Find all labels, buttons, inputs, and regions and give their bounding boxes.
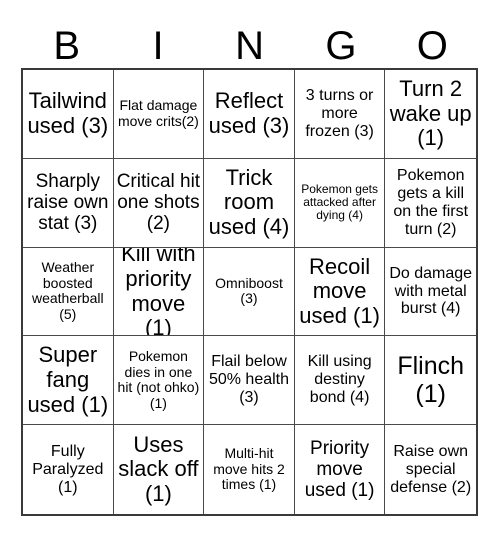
bingo-header-letter-i: I [152,24,164,68]
bingo-cell-r2c1[interactable]: Sharply raise own stat (3) [23,158,114,248]
bingo-cell-r2c4[interactable]: Pokemon gets attacked after dying (4) [294,158,386,248]
bingo-cell-label: Kill using destiny bond (4) [307,353,372,407]
bingo-cell-label: Raise own special defense (2) [390,442,472,496]
bingo-cell-label: Priority move used (1) [304,437,375,502]
bingo-cell-r1c3[interactable]: Reflect used (3) [204,70,295,159]
bingo-cell-label: Flinch (1) [397,352,465,409]
bingo-cell-label: Omniboost (3) [215,274,283,307]
bingo-cell-label: Super fang used (1) [27,342,109,417]
bingo-cell-r3c5[interactable]: Do damage with metal burst (4) [385,247,476,337]
bingo-cell-r3c3[interactable]: Omniboost (3) [204,247,295,337]
bingo-cell-r3c1[interactable]: Weather boosted weatherball (5) [23,247,114,337]
bingo-cell-r1c2[interactable]: Flat damage move crits(2) [113,70,205,159]
bingo-cell-r5c2[interactable]: Uses slack off (1) [113,425,205,514]
bingo-header-letter-n: N [235,24,264,68]
bingo-cell-r5c4[interactable]: Priority move used (1) [294,425,386,514]
bingo-cell-r4c3[interactable]: Flail below 50% health (3) [204,336,295,426]
bingo-cell-r4c2[interactable]: Pokemon dies in one hit (not ohko) (1) [113,336,205,426]
bingo-cell-r1c1[interactable]: Tailwind used (3) [23,70,114,159]
bingo-cell-label: Pokemon dies in one hit (not ohko) (1) [117,347,200,411]
bingo-cell-label: Recoil move used (1) [299,253,380,328]
bingo-cell-r1c5[interactable]: Turn 2 wake up (1) [385,70,476,159]
bingo-cell-label: Weather boosted weatherball (5) [31,259,104,323]
bingo-grid: Tailwind used (3) Flat damage move crits(… [21,68,478,516]
bingo-cell-r2c2[interactable]: Critical hit one shots (2) [113,158,205,248]
bingo-cell-r5c1[interactable]: Fully Paralyzed (1) [23,425,114,514]
bingo-cell-r2c3[interactable]: Trick room used (4) [204,158,295,248]
bingo-cell-r5c3[interactable]: Multi-hit move hits 2 times (1) [204,425,295,514]
bingo-cell-label: Trick room used (4) [208,164,290,239]
bingo-cell-label: Pokemon gets a kill on the first turn (2… [393,166,469,238]
bingo-cell-label: Flat damage move crits(2) [117,97,199,129]
bingo-cell-label: Sharply raise own stat (3) [27,170,109,235]
bingo-cell-r3c4[interactable]: Recoil move used (1) [294,247,386,337]
bingo-header-letter-g: G [325,24,357,68]
bingo-cell-label: Pokemon gets attacked after dying (4) [301,181,378,223]
bingo-cell-label: Do damage with metal burst (4) [389,264,473,318]
bingo-cell-label: Critical hit one shots (2) [116,170,201,235]
bingo-cell-label: Turn 2 wake up (1) [389,75,472,151]
bingo-cell-label: 3 turns or more frozen (3) [305,87,374,140]
bingo-card: B I N G O Tailwind used (3) Flat damage move … [0,0,500,544]
bingo-cell-label: Fully Paralyzed (1) [32,442,104,496]
bingo-cell-r4c1[interactable]: Super fang used (1) [23,336,114,426]
bingo-cell-r2c5[interactable]: Pokemon gets a kill on the first turn (2… [385,158,476,248]
bingo-cell-label: Flail below 50% health (3) [208,353,290,407]
bingo-header-letter-o: O [416,24,448,68]
bingo-cell-r5c5[interactable]: Raise own special defense (2) [385,425,476,514]
bingo-cell-label: Kill with priority move (1) [121,247,196,337]
bingo-cell-r3c2[interactable]: Kill with priority move (1) [113,247,205,337]
bingo-cell-r4c5[interactable]: Flinch (1) [385,336,476,426]
bingo-header-letter-b: B [53,24,81,68]
bingo-cell-r1c4[interactable]: 3 turns or more frozen (3) [294,70,386,159]
bingo-cell-label: Multi-hit move hits 2 times (1) [213,445,285,493]
bingo-cell-label: Reflect used (3) [208,88,290,138]
bingo-cell-r4c4[interactable]: Kill using destiny bond (4) [294,336,386,426]
bingo-cell-label: Uses slack off (1) [118,431,199,506]
bingo-header-row: BINGO [21,18,478,68]
bingo-cell-label: Tailwind used (3) [27,88,109,138]
